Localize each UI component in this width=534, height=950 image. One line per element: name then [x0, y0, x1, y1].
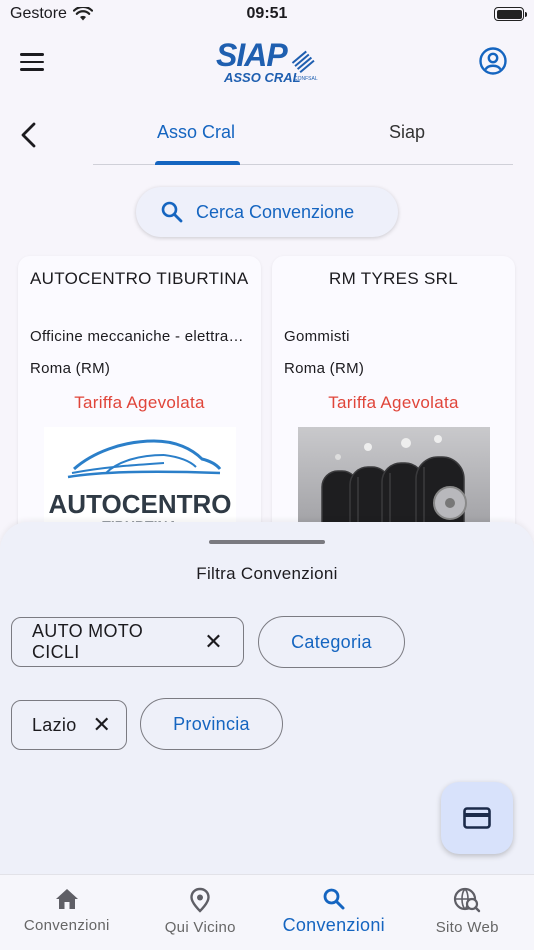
card-category: Officine meccaniche - elettrauto - carro…: [30, 328, 261, 345]
card-category: Gommisti: [284, 328, 350, 345]
hamburger-menu-icon[interactable]: [20, 48, 52, 76]
drag-handle[interactable]: [209, 540, 325, 544]
nav-label: Convenzioni: [23, 917, 110, 934]
logo-title: SIAP: [216, 37, 288, 73]
account-circle-icon[interactable]: [478, 46, 508, 76]
card-fab-button[interactable]: [441, 782, 513, 854]
carrier-label: Gestore: [10, 5, 67, 22]
nav-label: Convenzioni: [282, 915, 385, 935]
chip-label: AUTO MOTO CICLI: [32, 621, 144, 662]
home-icon: [55, 889, 78, 909]
bottom-navigation: Convenzioni Qui Vicino Convenzioni Sito …: [0, 874, 534, 950]
category-button[interactable]: Categoria: [258, 616, 405, 668]
battery-icon: [494, 7, 527, 21]
sheet-title: Filtra Convenzioni: [196, 564, 338, 583]
card-title: RM TYRES SRL: [329, 269, 458, 288]
close-icon[interactable]: ✕: [204, 631, 223, 653]
globe-search-icon: [454, 887, 481, 913]
location-pin-icon: [190, 887, 210, 913]
convenzione-card[interactable]: RM TYRES SRL Gommisti Roma (RM) Tariffa …: [272, 256, 515, 556]
card-tariff: Tariffa Agevolata: [74, 393, 205, 412]
nav-label: Qui Vicino: [164, 919, 236, 936]
credit-card-icon: [463, 807, 491, 829]
nav-item-convenzioni-search[interactable]: Convenzioni: [267, 875, 401, 950]
region-filter-chip[interactable]: Lazio ✕: [11, 700, 127, 750]
convenzione-card[interactable]: AUTOCENTRO TIBURTINA Officine meccaniche…: [18, 256, 261, 556]
card-location: Roma (RM): [30, 360, 111, 377]
nav-label: Sito Web: [435, 919, 499, 936]
tab-asso-cral[interactable]: Asso Cral: [157, 122, 235, 143]
autocentro-logo-title: AUTOCENTRO: [49, 489, 232, 519]
province-button[interactable]: Provincia: [140, 698, 283, 750]
card-location: Roma (RM): [284, 360, 365, 377]
app-bar: SIAP ASSO CRAL CONFSAL: [0, 30, 534, 94]
siap-logo: SIAP ASSO CRAL CONFSAL: [216, 37, 318, 85]
card-title: AUTOCENTRO TIBURTINA: [30, 269, 249, 288]
logo-subtitle: ASSO CRAL: [223, 70, 301, 85]
nav-item-convenzioni-home[interactable]: Convenzioni: [0, 875, 134, 950]
nav-item-qui-vicino[interactable]: Qui Vicino: [134, 875, 268, 950]
active-tab-indicator: [155, 161, 240, 165]
nav-item-sito-web[interactable]: Sito Web: [401, 875, 534, 950]
search-convenzione-button[interactable]: Cerca Convenzione: [136, 187, 398, 237]
logo-brand: CONFSAL: [294, 76, 318, 82]
card-tariff: Tariffa Agevolata: [328, 393, 459, 412]
chip-label: Lazio: [32, 714, 77, 735]
category-filter-chip[interactable]: AUTO MOTO CICLI ✕: [11, 617, 244, 667]
back-arrow-icon[interactable]: [16, 120, 44, 150]
wifi-icon: [72, 7, 93, 21]
tab-siap[interactable]: Siap: [389, 122, 425, 143]
status-bar: Gestore 09:51: [0, 0, 534, 28]
search-button-label: Cerca Convenzione: [196, 201, 355, 222]
tabs-row: Asso Cral Siap: [0, 104, 534, 166]
search-icon: [323, 888, 345, 910]
search-icon: [161, 201, 183, 223]
close-icon[interactable]: ✕: [93, 714, 112, 736]
